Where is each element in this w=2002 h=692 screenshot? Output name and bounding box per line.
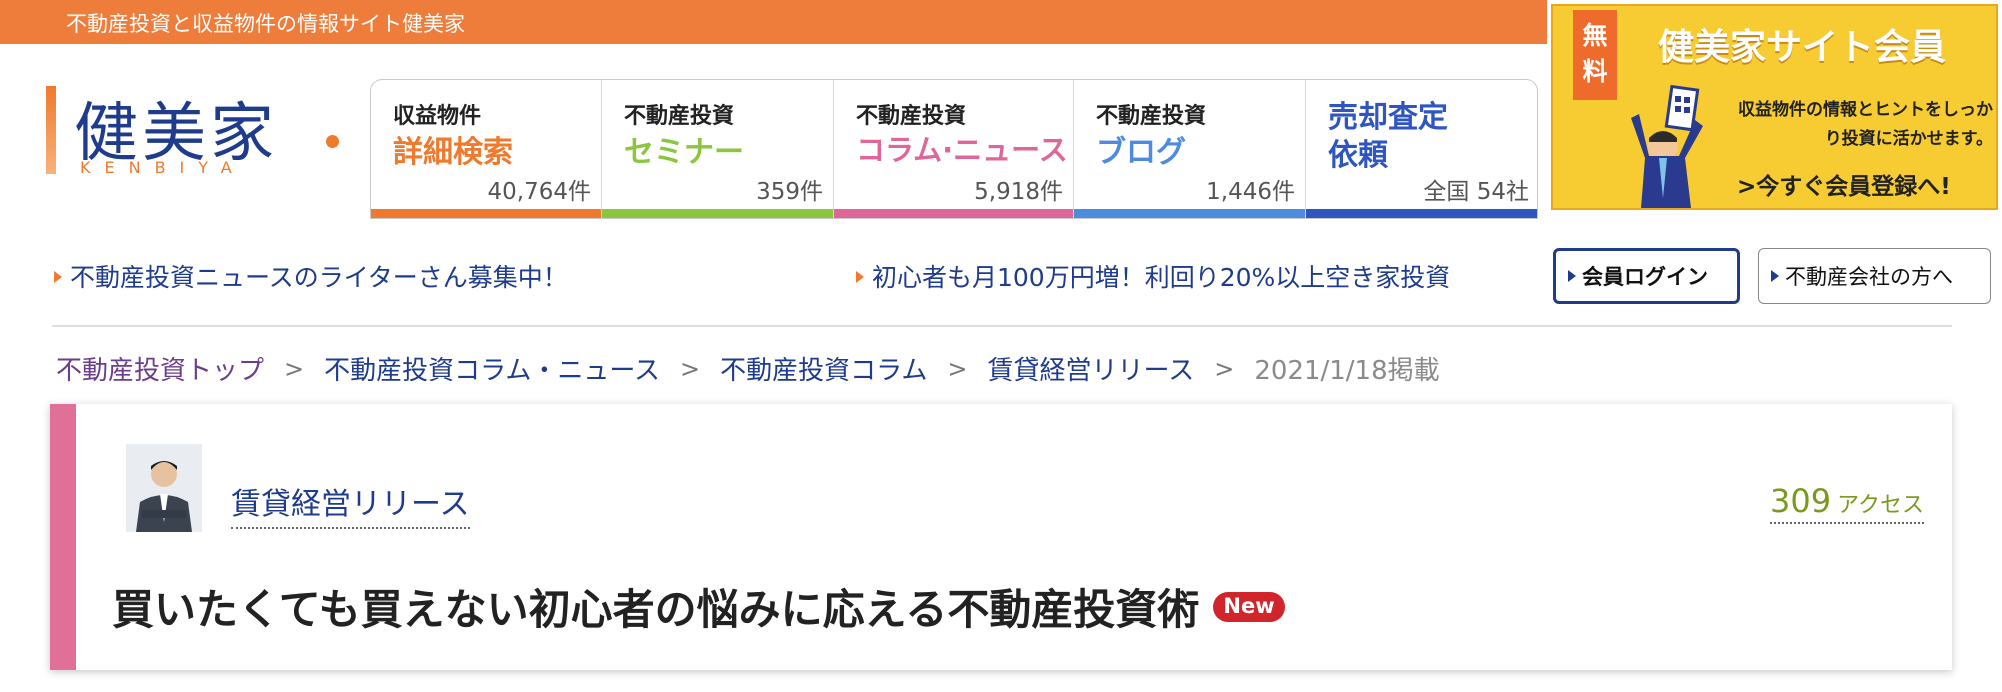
breadcrumb-item[interactable]: 不動産投資コラム・ニュース [324, 350, 660, 387]
breadcrumb-separator-icon: > [680, 354, 701, 383]
nav-tab-underline [1074, 209, 1305, 218]
nav-tab-sub: 収益物件 [393, 104, 482, 129]
article-title: 買いたくても買えない初心者の悩みに応える不動産投資術 New [112, 576, 1285, 637]
banner-description: 収益物件の情報とヒントをしっかり投資に活かせます。 [1738, 100, 1993, 149]
article-header-card: 賃貸経営リリース 309 アクセス 買いたくても買えない初心者の悩みに応える不動産… [50, 404, 1952, 670]
breadcrumb-separator-icon: > [1214, 354, 1235, 383]
login-label: 会員ログイン [1582, 265, 1708, 289]
for-companies-button[interactable]: 不動産会社の方へ [1758, 248, 1991, 304]
section-divider [52, 325, 1952, 327]
site-tagline: 不動産投資と収益物件の情報サイト健美家 [66, 12, 465, 36]
businessman-illustration-icon [1631, 84, 1703, 208]
nav-tab-count: 40,764件 [487, 179, 591, 205]
member-signup-banner[interactable]: 無料 健美家サイト会員 収益物件の情報とヒントをしっかり投資に活かせます。 >今… [1551, 4, 1998, 210]
banner-cta: >今すぐ会員登録へ! [1737, 174, 1951, 200]
notice-link-vacant-house[interactable]: 初心者も月100万円増！利回り20%以上空き家投資 [856, 258, 1450, 294]
top-strip: 不動産投資と収益物件の情報サイト健美家 [0, 0, 1547, 44]
nav-tab-underline [371, 209, 601, 218]
nav-tab-blog[interactable]: 不動産投資 ブログ 1,446件 [1074, 80, 1306, 218]
nav-tab-main: ブログ [1096, 135, 1186, 170]
nav-tab-count: 全国 54社 [1423, 179, 1529, 205]
nav-tab-underline [602, 209, 833, 218]
new-badge: New [1213, 591, 1285, 622]
article-title-text: 買いたくても買えない初心者の悩みに応える不動産投資術 [112, 585, 1200, 634]
company-label: 不動産会社の方へ [1785, 265, 1953, 289]
nav-tab-column-news[interactable]: 不動産投資 コラム·ニュース 5,918件 [834, 80, 1074, 218]
triangle-bullet-icon [54, 271, 62, 283]
nav-tab-sub: 不動産投資 [624, 104, 735, 129]
triangle-right-icon [1568, 270, 1576, 282]
access-unit: アクセス [1837, 493, 1924, 518]
notice-text: 初心者も月100万円増！利回り20%以上空き家投資 [872, 263, 1451, 292]
card-accent-bar [50, 404, 76, 670]
nav-tab-main-line2: 依頼 [1328, 138, 1388, 173]
nav-tab-main: コラム·ニュース [856, 133, 1068, 167]
nav-tab-main: セミナー [624, 135, 744, 170]
access-number: 309 [1770, 482, 1832, 520]
nav-tab-property-search[interactable]: 収益物件 詳細検索 40,764件 [371, 80, 602, 218]
member-login-button[interactable]: 会員ログイン [1553, 248, 1740, 304]
triangle-right-icon [1771, 270, 1779, 282]
logo-bar [46, 86, 56, 174]
nav-tab-sub: 不動産投資 [856, 104, 967, 129]
nav-tab-underline [1306, 209, 1537, 218]
site-logo[interactable]: 健美家 KENBIYA [46, 84, 346, 184]
author-link[interactable]: 賃貸経営リリース [231, 479, 470, 529]
triangle-bullet-icon [856, 271, 864, 283]
author-photo-icon [126, 444, 202, 532]
notice-text: 不動産投資ニュースのライターさん募集中！ [70, 263, 568, 292]
publish-date: 2021/1/18掲載 [1254, 356, 1440, 386]
logo-roman: KENBIYA [80, 158, 246, 177]
breadcrumb-item[interactable]: 不動産投資トップ [56, 350, 264, 387]
nav-tab-sale-assessment[interactable]: 売却査定 依頼 全国 54社 [1306, 80, 1537, 218]
nav-tab-count: 1,446件 [1206, 179, 1295, 205]
breadcrumb-item[interactable]: 不動産投資コラム [720, 350, 927, 387]
breadcrumb: 不動産投資トップ > 不動産投資コラム・ニュース > 不動産投資コラム > 賃貸… [56, 350, 1440, 387]
breadcrumb-separator-icon: > [947, 354, 968, 383]
nav-tab-main: 詳細検索 [393, 135, 513, 170]
notice-link-writer[interactable]: 不動産投資ニュースのライターさん募集中！ [54, 258, 568, 294]
nav-tab-underline [834, 209, 1073, 218]
breadcrumb-item[interactable]: 賃貸経営リリース [988, 350, 1195, 387]
nav-tab-seminar[interactable]: 不動産投資 セミナー 359件 [602, 80, 834, 218]
nav-tab-count: 5,918件 [974, 179, 1063, 205]
breadcrumb-separator-icon: > [284, 354, 305, 383]
nav-tab-sub: 不動産投資 [1096, 104, 1207, 129]
main-nav: 収益物件 詳細検索 40,764件 不動産投資 セミナー 359件 不動産投資 … [370, 79, 1538, 219]
author-avatar[interactable] [126, 444, 202, 532]
logo-dot [326, 135, 339, 148]
access-count: 309 アクセス [1770, 482, 1924, 524]
nav-tab-count: 359件 [756, 179, 823, 205]
